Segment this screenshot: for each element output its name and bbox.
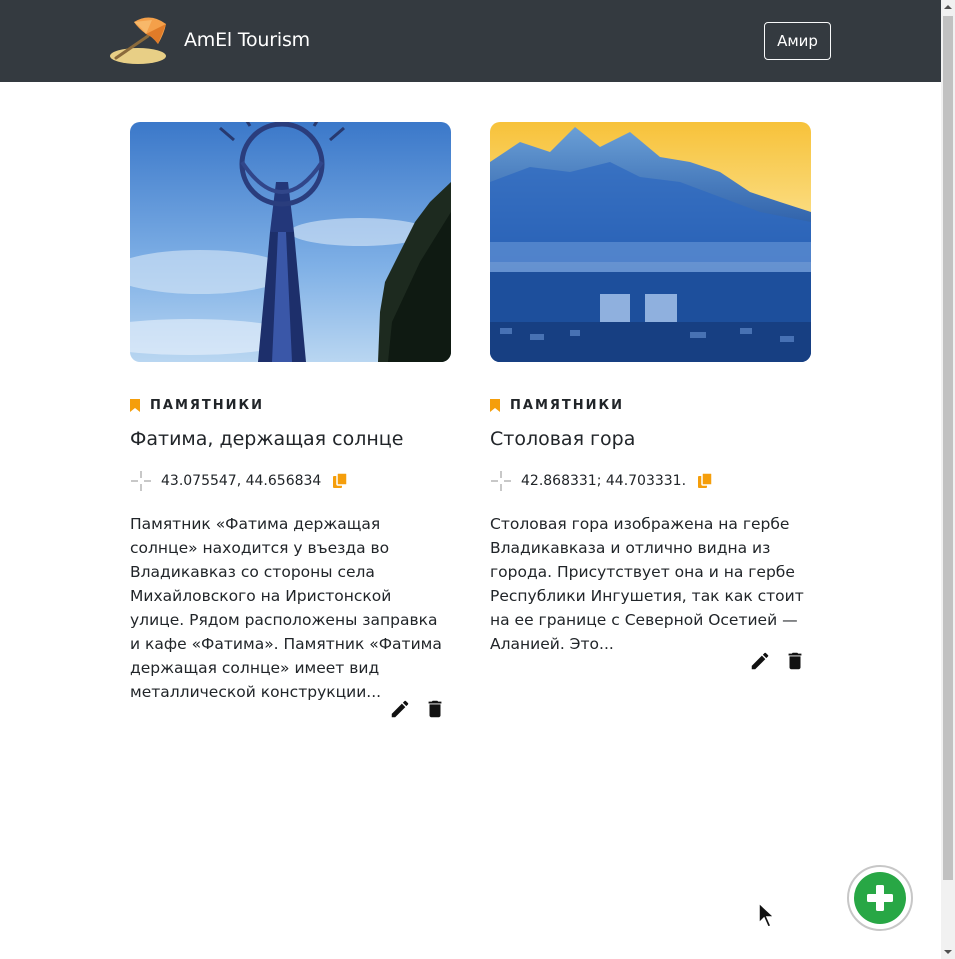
pencil-icon [391, 700, 409, 718]
card-actions [389, 698, 446, 720]
card-actions [749, 650, 806, 672]
category-label: ПАМЯТНИКИ [150, 398, 265, 413]
card-description: Столовая гора изображена на гербе Владик… [490, 515, 804, 653]
beach-umbrella-logo-icon[interactable] [108, 14, 170, 66]
place-card: ПАМЯТНИКИ Фатима, держащая солнце 43.075… [130, 122, 452, 718]
place-card: ПАМЯТНИКИ Столовая гора 42.868331; 44.70… [490, 122, 812, 670]
delete-button[interactable] [784, 650, 806, 672]
scrollbar-thumb[interactable] [943, 16, 953, 880]
vertical-scrollbar[interactable] [941, 0, 955, 959]
card-title[interactable]: Столовая гора [490, 428, 635, 450]
brand-name[interactable]: AmEl Tourism [184, 29, 310, 51]
crosshair-icon [491, 471, 511, 491]
edit-button[interactable] [389, 698, 411, 720]
scroll-down-arrow-icon[interactable] [941, 945, 955, 959]
crosshair-icon [131, 471, 151, 491]
scroll-up-arrow-icon[interactable] [941, 0, 955, 14]
category-tag: ПАМЯТНИКИ [490, 398, 624, 413]
monument-photo[interactable] [130, 122, 451, 362]
copy-icon[interactable] [698, 473, 713, 489]
category-tag: ПАМЯТНИКИ [130, 398, 264, 413]
coordinates-text: 43.075547, 44.656834 [161, 473, 322, 489]
bookmark-icon [490, 399, 500, 412]
user-menu-button[interactable]: Амир [764, 22, 831, 60]
edit-button[interactable] [749, 650, 771, 672]
trash-icon [788, 652, 802, 670]
category-label: ПАМЯТНИКИ [510, 398, 625, 413]
trash-icon [428, 700, 442, 718]
coordinates-row: 43.075547, 44.656834 [130, 470, 348, 492]
navbar: AmEl Tourism Амир [0, 0, 941, 82]
delete-button[interactable] [424, 698, 446, 720]
copy-icon[interactable] [333, 473, 348, 489]
plus-icon [854, 872, 906, 924]
coordinates-row: 42.868331; 44.703331. [490, 470, 713, 492]
bookmark-icon [130, 399, 140, 412]
mountain-photo[interactable] [490, 122, 811, 362]
pencil-icon [751, 652, 769, 670]
mouse-cursor-icon [758, 902, 776, 928]
add-place-button[interactable] [847, 865, 913, 931]
coordinates-text: 42.868331; 44.703331. [521, 473, 687, 489]
card-description: Памятник «Фатима держащая солнце» находи… [130, 515, 442, 701]
card-title[interactable]: Фатима, держащая солнце [130, 428, 403, 450]
